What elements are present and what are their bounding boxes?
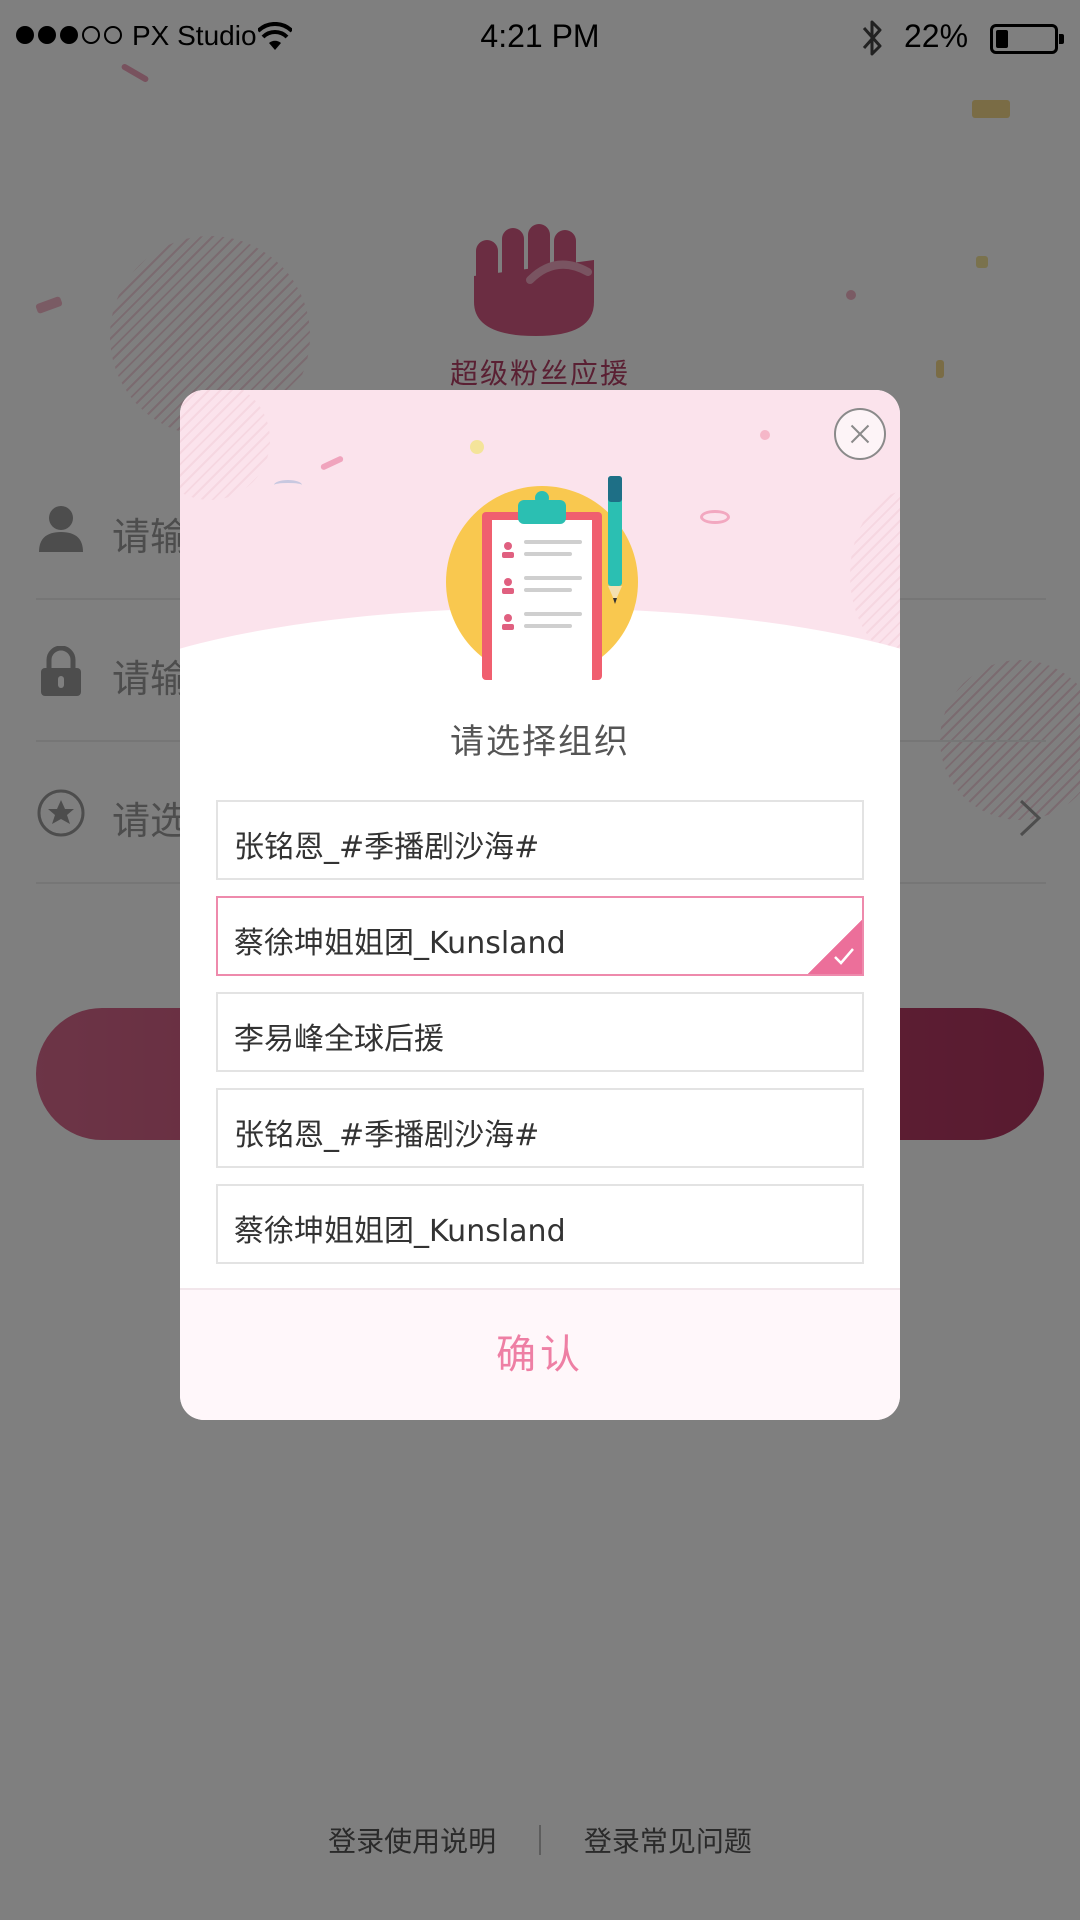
organization-option-label: 蔡徐坤姐姐团_Kunsland: [234, 1214, 566, 1249]
close-icon[interactable]: [834, 408, 886, 460]
organization-option-label: 张铭恩_#季播剧沙海#: [234, 1118, 540, 1153]
organization-option[interactable]: 张铭恩_#季播剧沙海#: [216, 1088, 864, 1168]
confetti-decoration: [760, 430, 770, 440]
confetti-decoration: [274, 480, 302, 490]
selected-corner-badge: [808, 920, 862, 974]
clipboard-illustration: [446, 476, 638, 680]
check-icon: [834, 948, 854, 965]
organization-list: 张铭恩_#季播剧沙海# 蔡徐坤姐姐团_Kunsland 李易峰全球后援 张铭恩_…: [216, 800, 864, 1280]
decorative-circle: [180, 390, 270, 500]
pen-icon: [608, 476, 622, 604]
confetti-decoration: [700, 510, 730, 524]
organization-option[interactable]: 蔡徐坤姐姐团_Kunsland: [216, 1184, 864, 1264]
organization-option[interactable]: 张铭恩_#季播剧沙海#: [216, 800, 864, 880]
organization-option[interactable]: 李易峰全球后援: [216, 992, 864, 1072]
dialog-footer: 确认: [180, 1288, 900, 1420]
decorative-circle: [850, 490, 900, 660]
confetti-decoration: [319, 455, 345, 471]
organization-option-label: 李易峰全球后援: [234, 1022, 444, 1057]
dialog-title: 请选择组织: [450, 722, 630, 762]
confirm-button[interactable]: 确认: [180, 1290, 900, 1420]
organization-option-label: 蔡徐坤姐姐团_Kunsland: [234, 926, 566, 961]
select-organization-dialog: 请选择组织 张铭恩_#季播剧沙海# 蔡徐坤姐姐团_Kunsland 李易峰全球后…: [180, 390, 900, 1420]
organization-option-selected[interactable]: 蔡徐坤姐姐团_Kunsland: [216, 896, 864, 976]
confetti-decoration: [470, 440, 484, 454]
organization-option-label: 张铭恩_#季播剧沙海#: [234, 830, 540, 865]
